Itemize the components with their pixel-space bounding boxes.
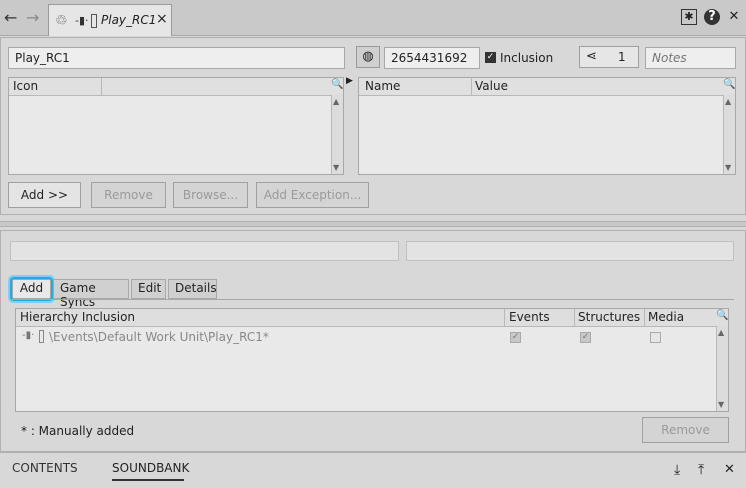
hierarchy-path: \Events\Default Work Unit\Play_RC1* [49, 330, 269, 344]
tab-details[interactable]: Details [168, 279, 217, 299]
events-header: Events [509, 310, 550, 324]
color-palette-icon[interactable]: ◍ [356, 46, 380, 68]
name-column-header: Name [365, 79, 401, 93]
share-icon: ⋖ [586, 49, 597, 64]
tab-game-syncs[interactable]: Game Syncs [53, 279, 129, 309]
hierarchy-table[interactable]: Hierarchy Inclusion Events Structures Me… [15, 308, 729, 412]
icon-column-header: Icon [13, 79, 39, 93]
share-button[interactable]: ⋖ 1 [579, 46, 639, 68]
share-count: 1 [618, 50, 626, 64]
bracket-icon [91, 14, 97, 28]
footnote: * : Manually added [21, 424, 135, 438]
structures-header: Structures [578, 310, 641, 324]
icon-list[interactable]: Icon 🔍 ▲ ▼ [8, 77, 344, 175]
scrollbar[interactable]: ▲ ▼ [723, 95, 735, 174]
expand-arrow-icon[interactable]: ▶ [346, 76, 353, 86]
upload-icon[interactable]: ⤒ [698, 462, 704, 478]
pin-icon[interactable]: ✱ [681, 9, 697, 25]
search-icon[interactable]: 🔍 [716, 310, 728, 324]
close-window-icon[interactable]: ✕ [726, 9, 742, 25]
table-row[interactable]: -▮· \Events\Default Work Unit\Play_RC1* … [16, 328, 716, 346]
tab-title: Play_RC1 [101, 13, 157, 27]
tab-soundbank[interactable]: SOUNDBANK [112, 461, 189, 475]
events-checkbox[interactable]: ✓ [510, 332, 521, 343]
close-panel-icon[interactable]: ✕ [724, 462, 735, 477]
search-icon[interactable]: 🔍 [723, 79, 735, 93]
search-icon[interactable]: 🔍 [331, 79, 343, 93]
event-icon: -▮· [75, 14, 89, 27]
name-field[interactable]: Play_RC1 [8, 47, 345, 69]
id-field[interactable]: 2654431692 [384, 47, 480, 69]
value-column-header: Value [475, 79, 508, 93]
recycle-icon: ♲ [55, 13, 68, 29]
remove-hierarchy-button[interactable]: Remove [642, 417, 729, 443]
forward-arrow-icon[interactable]: → [26, 8, 39, 27]
tab-contents[interactable]: CONTENTS [12, 461, 78, 475]
event-icon: -▮· [22, 330, 35, 341]
back-arrow-icon[interactable]: ← [4, 8, 17, 27]
media-header: Media [648, 310, 685, 324]
hierarchy-header: Hierarchy Inclusion [20, 310, 136, 324]
structures-checkbox[interactable]: ✓ [580, 332, 591, 343]
editor-tab[interactable]: ♲ -▮· Play_RC1 × [48, 4, 172, 36]
filter-field-right[interactable] [406, 241, 734, 261]
inclusion-checkbox[interactable]: ✓ [485, 52, 496, 63]
browse-button[interactable]: Browse... [173, 182, 248, 208]
add-exception-button[interactable]: Add Exception... [256, 182, 369, 208]
download-icon[interactable]: ⤓ [674, 462, 680, 478]
add-button[interactable]: Add >> [8, 182, 81, 208]
scrollbar[interactable]: ▲ ▼ [331, 95, 343, 174]
bracket-icon [39, 330, 44, 343]
notes-input[interactable] [645, 47, 736, 69]
close-tab-icon[interactable]: × [156, 11, 168, 27]
help-icon[interactable]: ? [704, 9, 720, 25]
splitter[interactable] [0, 221, 746, 227]
tab-add[interactable]: Add [12, 279, 51, 299]
tab-edit[interactable]: Edit [131, 279, 166, 299]
remove-button[interactable]: Remove [91, 182, 166, 208]
inclusion-label: Inclusion [500, 51, 554, 65]
scrollbar[interactable]: ▲ ▼ [716, 326, 728, 411]
media-checkbox[interactable] [650, 332, 661, 343]
properties-list[interactable]: Name Value 🔍 ▲ ▼ [358, 77, 736, 175]
filter-field-left[interactable] [10, 241, 399, 261]
